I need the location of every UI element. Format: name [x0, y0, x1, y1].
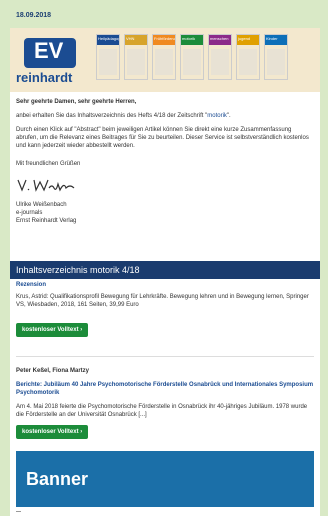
toc-heading: Inhaltsverzeichnis motorik 4/18 — [10, 261, 320, 279]
article-text: Am 4. Mai 2018 feierte die Psychomotoris… — [16, 404, 308, 418]
info-paragraph: Durch einen Klick auf "Abstract" beim je… — [16, 127, 309, 149]
article-title[interactable]: Berichte: Jubiläum 40 Jahre Psychomotori… — [16, 381, 314, 397]
cover-image — [99, 49, 117, 75]
article-label: Rezension — [16, 282, 47, 288]
cover-label: jugend — [238, 36, 251, 41]
fulltext-button[interactable]: kostenloser Volltext › — [16, 425, 89, 439]
journal-cover[interactable]: Frühförderung — [152, 34, 176, 80]
salutation: Sehr geehrte Damen, sehr geehrte Herren, — [16, 99, 137, 105]
cover-label: menschen — [210, 36, 229, 41]
cover-label: Frühförderung — [154, 36, 175, 41]
cover-image — [155, 49, 173, 75]
journal-cover[interactable]: Heilpädagogik — [96, 34, 120, 80]
cover-label: VHN — [126, 36, 135, 41]
article-report: Peter Keßel, Fiona Martzy Berichte: Jubi… — [10, 367, 320, 439]
header-banner: ΕV reinhardt Heilpädagogik VHN Frühförderu… — [10, 28, 320, 92]
journal-cover[interactable]: VHN — [124, 34, 148, 80]
cover-image — [127, 49, 145, 75]
journal-cover[interactable]: menschen — [208, 34, 232, 80]
logo-text: reinhardt — [16, 70, 73, 85]
reinhardt-logo[interactable]: ΕV reinhardt — [14, 34, 86, 86]
journal-cover[interactable]: jugend — [236, 34, 260, 80]
greeting: Mit freundlichen Grüßen — [16, 161, 81, 167]
signature-image — [17, 179, 75, 192]
sender-company: Ernst Reinhardt Verlag — [16, 218, 77, 224]
article-author: Peter Keßel, Fiona Martzy — [16, 368, 90, 374]
journal-cover[interactable]: Kinder — [264, 34, 288, 80]
divider — [16, 356, 314, 357]
sender-role: e-journals — [16, 210, 43, 216]
cover-image — [267, 49, 285, 75]
letter-body: Sehr geehrte Damen, sehr geehrte Herren,… — [10, 92, 320, 225]
cover-label: Kinder — [266, 36, 278, 41]
sender-name: Ulrike Weißenbach — [16, 202, 67, 208]
cover-image — [239, 49, 257, 75]
banner-ad[interactable]: Banner — [16, 451, 314, 507]
intro-paragraph: anbei erhalten Sie das Inhaltsverzeichni… — [16, 113, 231, 119]
motorik-link[interactable]: motorik — [207, 113, 227, 119]
logo-mark: ΕV — [24, 38, 76, 68]
cover-label: Heilpädagogik — [98, 36, 119, 41]
cover-image — [211, 49, 229, 75]
journal-covers: Heilpädagogik VHN Frühförderung motorik mens… — [96, 34, 288, 80]
journal-cover[interactable]: motorik — [180, 34, 204, 80]
fulltext-button[interactable]: kostenloser Volltext › — [16, 323, 89, 337]
cover-label: motorik — [182, 36, 196, 41]
cover-image — [183, 49, 201, 75]
article-review: Rezension Krus, Astrid: Qualifikationspr… — [10, 281, 320, 337]
bottom-tick — [16, 511, 21, 512]
article-text: Krus, Astrid: Qualifikationsprofil Beweg… — [16, 294, 309, 308]
